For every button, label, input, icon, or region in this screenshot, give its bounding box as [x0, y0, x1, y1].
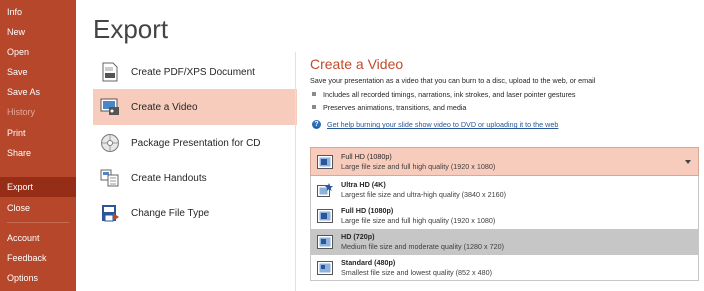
quality-option-name: Full HD (1080p) — [341, 206, 394, 215]
pane-divider — [295, 52, 296, 291]
option-change-file-type[interactable]: Change File Type — [93, 195, 297, 231]
panel-description: Save your presentation as a video that y… — [310, 76, 596, 85]
video-quality-options: Ultra HD (4K) Largest file size and ultr… — [310, 176, 699, 281]
dropdown-selected-desc: Large file size and full high quality (1… — [341, 161, 496, 171]
bullet-item: Preserves animations, transitions, and m… — [312, 103, 692, 112]
nav-divider — [7, 222, 69, 223]
quality-option-hd[interactable]: HD (720p) Medium file size and moderate … — [311, 229, 698, 255]
option-label: Create a Video — [131, 101, 198, 113]
quality-option-name: Standard (480p) — [341, 258, 396, 267]
option-label: Create PDF/XPS Document — [131, 66, 255, 78]
standard-quality-icon — [317, 261, 333, 275]
hd-quality-icon — [317, 235, 333, 249]
quality-option-desc: Large file size and full high quality (1… — [341, 216, 496, 225]
ultra-hd-quality-icon — [317, 183, 333, 197]
chevron-down-icon[interactable] — [685, 160, 691, 164]
bullet-item: Includes all recorded timings, narration… — [312, 90, 692, 99]
option-create-video[interactable]: Create a Video — [93, 89, 297, 125]
quality-option-standard[interactable]: Standard (480p) Smallest file size and l… — [311, 255, 698, 281]
option-label: Package Presentation for CD — [131, 137, 261, 149]
option-create-pdf[interactable]: Create PDF/XPS Document — [93, 54, 297, 90]
video-icon — [99, 96, 121, 118]
nav-item-print[interactable]: Print — [0, 123, 76, 143]
bullet-text: Preserves animations, transitions, and m… — [323, 103, 467, 112]
nav-item-history: History — [7, 107, 36, 117]
handouts-icon — [99, 167, 121, 189]
nav-item-feedback[interactable]: Feedback — [0, 248, 76, 268]
nav-item-open[interactable]: Open — [0, 42, 76, 62]
video-quality-dropdown[interactable]: Full HD (1080p) Large file size and full… — [310, 147, 699, 176]
nav-item-export[interactable]: Export — [0, 177, 76, 197]
quality-option-name: HD (720p) — [341, 232, 375, 241]
bullet-square-icon — [312, 92, 316, 96]
option-label: Change File Type — [131, 207, 210, 219]
help-question-icon: ? — [312, 120, 321, 129]
bullet-square-icon — [312, 105, 316, 109]
nav-item-account[interactable]: Account — [0, 228, 76, 248]
quality-option-desc: Largest file size and ultra-high quality… — [341, 190, 507, 199]
help-link-text[interactable]: Get help burning your slide show video t… — [327, 120, 558, 129]
option-create-handouts[interactable]: Create Handouts — [93, 160, 297, 196]
option-label: Create Handouts — [131, 172, 207, 184]
nav-item-close[interactable]: Close — [0, 198, 76, 218]
pdf-document-icon — [99, 61, 121, 83]
cd-package-icon — [99, 132, 121, 154]
help-link[interactable]: ? Get help burning your slide show video… — [312, 120, 558, 129]
nav-item-info[interactable]: Info — [0, 2, 76, 22]
nav-item-save[interactable]: Save — [0, 62, 76, 82]
dropdown-selected-name: Full HD (1080p) — [341, 151, 392, 161]
page-title: Export — [93, 14, 169, 44]
nav-item-share[interactable]: Share — [0, 143, 76, 163]
option-package-cd[interactable]: Package Presentation for CD — [93, 125, 297, 161]
backstage-nav: Info New Open Save Save As History Print… — [0, 0, 76, 291]
quality-option-desc: Smallest file size and lowest quality (8… — [341, 268, 493, 277]
change-file-type-icon — [99, 202, 121, 224]
full-hd-quality-icon — [317, 154, 333, 169]
nav-item-options[interactable]: Options — [0, 268, 76, 288]
quality-option-full-hd[interactable]: Full HD (1080p) Large file size and full… — [311, 203, 698, 229]
quality-option-ultra-hd[interactable]: Ultra HD (4K) Largest file size and ultr… — [311, 177, 698, 203]
quality-option-desc: Medium file size and moderate quality (1… — [341, 242, 505, 251]
quality-option-name: Ultra HD (4K) — [341, 180, 386, 189]
nav-item-new[interactable]: New — [0, 22, 76, 42]
nav-item-save-as[interactable]: Save As — [0, 82, 76, 102]
create-video-panel: Create a Video Save your presentation as… — [310, 56, 700, 129]
full-hd-quality-icon — [317, 209, 333, 223]
bullet-text: Includes all recorded timings, narration… — [323, 90, 576, 99]
panel-title: Create a Video — [310, 56, 404, 72]
